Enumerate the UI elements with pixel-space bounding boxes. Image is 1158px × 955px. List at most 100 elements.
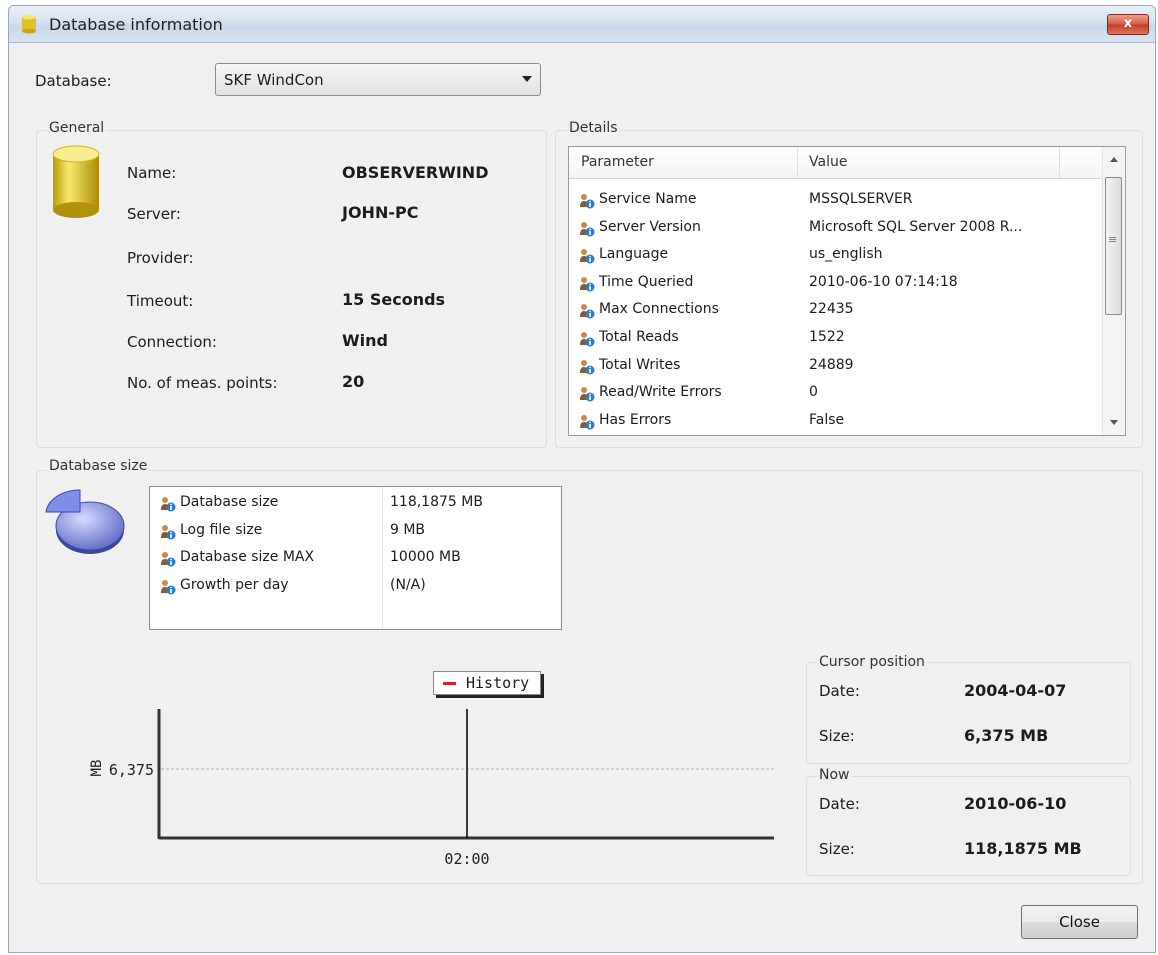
row-value: 2010-06-10 07:14:18 <box>809 273 958 290</box>
title-bar: Database information x <box>9 6 1155 43</box>
cursor-position-group <box>806 662 1131 764</box>
database-cylinder-icon <box>49 144 105 226</box>
history-series-swatch <box>443 682 456 685</box>
pie-chart-icon <box>42 486 128 562</box>
table-row[interactable]: Language us_english <box>569 242 1125 269</box>
cursor-position-title: Cursor position <box>817 654 927 670</box>
scroll-up-icon[interactable] <box>1110 157 1118 162</box>
window-title: Database information <box>49 15 223 34</box>
chart-legend: History <box>433 671 541 695</box>
details-list[interactable]: Parameter Value Service Name MSSQLSERVER S… <box>568 146 1126 436</box>
general-meas-points-value: 20 <box>342 372 365 391</box>
grip-icon: ≡ <box>1108 233 1118 246</box>
row-value: 10000 MB <box>390 549 461 565</box>
table-row[interactable]: Database size MAX 10000 MB <box>150 545 561 572</box>
details-scrollbar[interactable]: ≡ <box>1102 147 1125 435</box>
info-person-icon <box>579 331 595 347</box>
general-group-title: General <box>47 120 107 136</box>
info-person-icon <box>160 496 176 512</box>
row-parameter: Has Errors <box>599 411 672 428</box>
column-header-value[interactable]: Value <box>809 154 847 170</box>
row-parameter: Service Name <box>599 191 697 207</box>
row-value: 9 MB <box>390 521 426 538</box>
details-list-header: Parameter Value <box>569 147 1125 179</box>
general-name-value: OBSERVERWIND <box>342 163 489 182</box>
row-parameter: Read/Write Errors <box>599 384 722 401</box>
table-row[interactable]: Total Reads 1522 <box>569 325 1125 352</box>
row-value: 24889 <box>809 356 854 373</box>
database-information-window: Database information x Database: SKF Win… <box>8 5 1156 953</box>
database-select-value: SKF WindCon <box>224 71 324 89</box>
database-select[interactable]: SKF WindCon <box>215 63 541 96</box>
info-person-icon <box>579 414 595 430</box>
general-connection-label: Connection: <box>127 333 217 351</box>
row-value: 118,1875 MB <box>390 494 483 510</box>
y-tick-label: 6,375 <box>109 761 154 779</box>
row-parameter: Server Version <box>599 218 701 235</box>
cursor-size-label: Size: <box>819 727 855 745</box>
database-size-group-title: Database size <box>47 458 150 474</box>
column-separator <box>1059 147 1060 178</box>
now-date-value: 2010-06-10 <box>964 794 1067 813</box>
x-tick-label: 02:00 <box>444 850 489 868</box>
table-row[interactable]: Service Name MSSQLSERVER <box>569 187 1125 214</box>
row-parameter: Database size MAX <box>180 549 315 565</box>
table-row[interactable]: Growth per day (N/A) <box>150 573 561 600</box>
table-row[interactable]: Server Version Microsoft SQL Server 2008 … <box>569 215 1125 242</box>
scroll-down-icon[interactable] <box>1110 420 1118 425</box>
general-server-value: JOHN-PC <box>342 203 419 222</box>
row-value: (N/A) <box>390 576 426 593</box>
info-person-icon <box>160 551 176 567</box>
row-parameter: Max Connections <box>599 301 719 318</box>
info-person-icon <box>160 579 176 595</box>
table-row[interactable]: Time Queried 2010-06-10 07:14:18 <box>569 270 1125 297</box>
close-button[interactable]: Close <box>1021 905 1138 939</box>
details-group-title: Details <box>567 120 620 136</box>
row-parameter: Language <box>599 246 669 263</box>
now-group <box>806 776 1131 876</box>
info-person-icon <box>579 386 595 402</box>
info-person-icon <box>579 221 595 237</box>
now-title: Now <box>817 767 852 783</box>
table-row[interactable]: Total Writes 24889 <box>569 353 1125 380</box>
now-date-label: Date: <box>819 795 860 813</box>
general-meas-points-label: No. of meas. points: <box>127 374 278 392</box>
general-server-label: Server: <box>127 205 181 223</box>
table-row[interactable]: Max Connections 22435 <box>569 297 1125 324</box>
general-timeout-label: Timeout: <box>127 292 194 310</box>
row-value: 0 <box>809 384 818 401</box>
table-row[interactable]: Read/Write Errors 0 <box>569 380 1125 407</box>
cursor-size-value: 6,375 MB <box>964 726 1049 745</box>
close-icon: x <box>1123 16 1133 31</box>
column-header-parameter[interactable]: Parameter <box>581 154 654 170</box>
info-person-icon <box>579 303 595 319</box>
table-row[interactable]: Database size 118,1875 MB <box>150 490 561 517</box>
y-axis-label: MB <box>89 760 105 777</box>
row-parameter: Time Queried <box>599 273 694 290</box>
row-value: False <box>809 411 845 428</box>
now-size-value: 118,1875 MB <box>964 839 1082 858</box>
info-person-icon <box>579 276 595 292</box>
row-parameter: Database size <box>180 494 279 510</box>
general-timeout-value: 15 Seconds <box>342 290 446 309</box>
database-label: Database: <box>35 72 112 90</box>
close-window-button[interactable]: x <box>1107 14 1149 35</box>
cursor-date-label: Date: <box>819 682 860 700</box>
chevron-down-icon <box>522 76 532 82</box>
scroll-thumb[interactable]: ≡ <box>1105 177 1122 315</box>
row-value: 22435 <box>809 301 854 318</box>
row-parameter: Total Writes <box>599 356 681 373</box>
general-connection-value: Wind <box>342 331 388 350</box>
database-size-list[interactable]: Database size 118,1875 MB Log file size 9 M… <box>149 486 562 630</box>
database-icon <box>21 14 37 38</box>
row-value: 1522 <box>809 329 845 345</box>
history-chart[interactable]: MB 6,375 02:00 <box>69 666 789 876</box>
info-person-icon <box>579 193 595 209</box>
cursor-date-value: 2004-04-07 <box>964 681 1067 700</box>
table-row[interactable]: Has Errors False <box>569 408 1125 435</box>
column-separator <box>797 147 798 178</box>
info-person-icon <box>579 248 595 264</box>
general-provider-label: Provider: <box>127 249 194 267</box>
row-parameter: Log file size <box>180 521 263 538</box>
table-row[interactable]: Log file size 9 MB <box>150 518 561 545</box>
